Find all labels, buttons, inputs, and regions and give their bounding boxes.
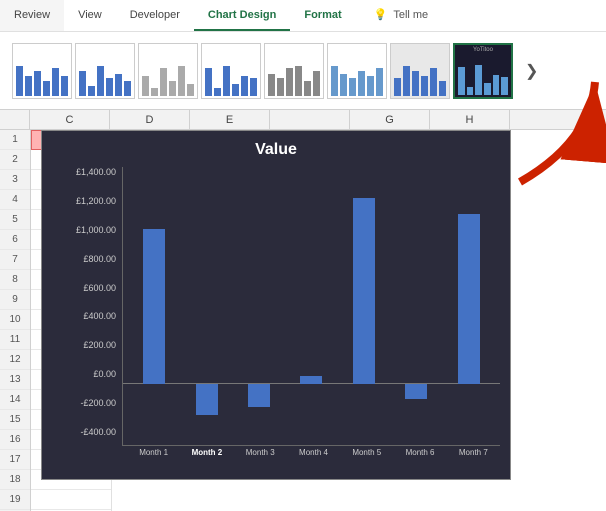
bars-area <box>122 167 500 446</box>
chart-style-1[interactable] <box>12 43 72 99</box>
row-num-6: 6 <box>0 230 30 250</box>
row-num-12: 12 <box>0 350 30 370</box>
x-label-month1: Month 1 <box>127 448 180 457</box>
lightbulb-icon: 💡 <box>374 8 388 21</box>
y-axis: £1,400.00 £1,200.00 £1,000.00 £800.00 £6… <box>52 167 122 457</box>
row-num-18: 18 <box>0 470 30 490</box>
y-label-600: £600.00 <box>83 283 116 293</box>
cells-area: £1,000.00 -£200.00 -£150.00 £50.00 £1,20… <box>31 130 606 511</box>
spreadsheet: C D E G H 1 2 3 4 5 6 7 8 9 10 11 12 13 <box>0 110 606 511</box>
x-labels: Month 1 Month 2 Month 3 Month 4 Month 5 … <box>122 448 500 457</box>
row-num-1: 1 <box>0 130 30 150</box>
chart-style-2[interactable] <box>75 43 135 99</box>
app-window: Review View Developer Chart Design Forma… <box>0 0 606 511</box>
col-header-c: C <box>30 110 110 129</box>
row-num-3: 3 <box>0 170 30 190</box>
bar-month6 <box>390 167 442 445</box>
x-label-month3: Month 3 <box>234 448 287 457</box>
chart-style-6[interactable] <box>327 43 387 99</box>
row-num-5: 5 <box>0 210 30 230</box>
row-num-14: 14 <box>0 390 30 410</box>
bar-month3 <box>233 167 285 445</box>
ribbon-tabs: Review View Developer Chart Design Forma… <box>0 0 606 32</box>
thumb-label: YoTitoo <box>455 47 511 53</box>
tab-tell-me[interactable]: 💡 Tell me <box>360 0 443 31</box>
chart-style-4[interactable] <box>201 43 261 99</box>
y-label-neg200: -£200.00 <box>80 398 116 408</box>
row-num-9: 9 <box>0 290 30 310</box>
column-headers: C D E G H <box>0 110 606 130</box>
chart-container: Value £1,400.00 £1,200.00 £1,000.00 £800… <box>41 130 511 480</box>
y-label-200: £200.00 <box>83 340 116 350</box>
y-label-1000: £1,000.00 <box>76 225 116 235</box>
row-num-11: 11 <box>0 330 30 350</box>
col-header-f <box>270 110 350 129</box>
row-num-7: 7 <box>0 250 30 270</box>
spreadsheet-body: 1 2 3 4 5 6 7 8 9 10 11 12 13 14 15 16 1… <box>0 130 606 511</box>
y-label-0: £0.00 <box>93 369 116 379</box>
row-num-13: 13 <box>0 370 30 390</box>
chart-inner: £1,400.00 £1,200.00 £1,000.00 £800.00 £6… <box>52 167 500 457</box>
row-num-10: 10 <box>0 310 30 330</box>
row-num-15: 15 <box>0 410 30 430</box>
y-label-1400: £1,400.00 <box>76 167 116 177</box>
row-num-4: 4 <box>0 190 30 210</box>
bar-month2 <box>180 167 232 445</box>
chart-style-7[interactable] <box>390 43 450 99</box>
tab-developer[interactable]: Developer <box>116 0 194 31</box>
row-num-16: 16 <box>0 430 30 450</box>
tab-format[interactable]: Format <box>290 0 355 31</box>
col-header-g: G <box>350 110 430 129</box>
x-label-month2: Month 2 <box>180 448 233 457</box>
tab-view[interactable]: View <box>64 0 116 31</box>
col-header-d: D <box>110 110 190 129</box>
x-label-month7: Month 7 <box>447 448 500 457</box>
col-header-e: E <box>190 110 270 129</box>
ribbon: Review View Developer Chart Design Forma… <box>0 0 606 110</box>
chart-title: Value <box>52 141 500 159</box>
chart-style-5[interactable] <box>264 43 324 99</box>
y-label-400: £400.00 <box>83 311 116 321</box>
chart-plot: Month 1 Month 2 Month 3 Month 4 Month 5 … <box>122 167 500 457</box>
row-numbers: 1 2 3 4 5 6 7 8 9 10 11 12 13 14 15 16 1… <box>0 130 31 511</box>
y-label-800: £800.00 <box>83 254 116 264</box>
tab-review[interactable]: Review <box>0 0 64 31</box>
col-header-h: H <box>430 110 510 129</box>
chart-style-8[interactable]: YoTitoo <box>453 43 513 99</box>
row-num-spacer <box>0 110 30 129</box>
row-num-2: 2 <box>0 150 30 170</box>
chart-style-3[interactable] <box>138 43 198 99</box>
x-label-month6: Month 6 <box>393 448 446 457</box>
bar-month7 <box>443 167 495 445</box>
x-label-month4: Month 4 <box>287 448 340 457</box>
cell-c19[interactable] <box>31 490 111 510</box>
bar-month4 <box>285 167 337 445</box>
bar-month1 <box>128 167 180 445</box>
x-label-month5: Month 5 <box>340 448 393 457</box>
row-num-17: 17 <box>0 450 30 470</box>
y-label-neg400: -£400.00 <box>80 427 116 437</box>
y-label-1200: £1,200.00 <box>76 196 116 206</box>
bar-month5 <box>338 167 390 445</box>
chart-styles: YoTitoo <box>8 41 517 101</box>
ribbon-content: YoTitoo ❯ <box>0 32 606 109</box>
tab-chart-design[interactable]: Chart Design <box>194 0 290 31</box>
ribbon-scroll-right[interactable]: ❯ <box>521 61 542 81</box>
row-num-19: 19 <box>0 490 30 510</box>
row-num-8: 8 <box>0 270 30 290</box>
